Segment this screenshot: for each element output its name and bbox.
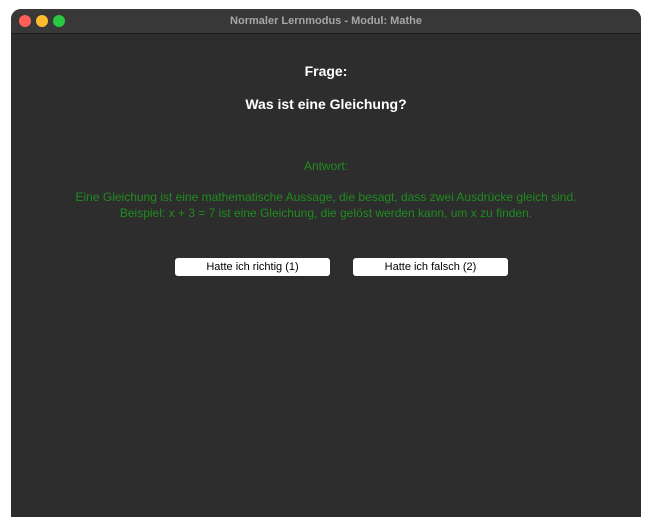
answer-text: Eine Gleichung ist eine mathematische Au… xyxy=(11,189,641,221)
question-text: Was ist eine Gleichung? xyxy=(245,96,407,112)
app-window: Normaler Lernmodus - Modul: Mathe Frage:… xyxy=(11,9,641,517)
question-label: Frage: xyxy=(304,63,348,79)
answer-line-1: Eine Gleichung ist eine mathematische Au… xyxy=(75,190,577,204)
correct-button[interactable]: Hatte ich richtig (1) xyxy=(175,258,330,276)
flashcard-area: Frage: Was ist eine Gleichung? Antwort: … xyxy=(11,34,641,517)
answer-line-2: Beispiel: x + 3 = 7 ist eine Gleichung, … xyxy=(119,206,533,220)
window-title: Normaler Lernmodus - Modul: Mathe xyxy=(230,15,422,27)
wrong-button[interactable]: Hatte ich falsch (2) xyxy=(353,258,508,276)
title-bar[interactable]: Normaler Lernmodus - Modul: Mathe xyxy=(11,9,641,34)
answer-label: Antwort: xyxy=(303,159,348,173)
